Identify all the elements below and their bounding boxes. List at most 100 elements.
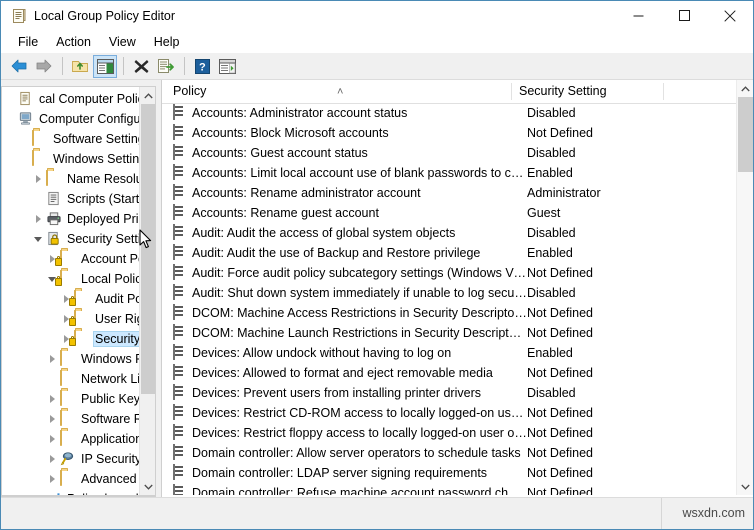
chevron-right-icon[interactable]	[63, 335, 69, 343]
tree-expander[interactable]	[44, 389, 60, 409]
up-one-level-button[interactable]	[68, 55, 92, 78]
tree-item-name-resolution[interactable]: Name Resolution	[2, 169, 139, 189]
policy-row[interactable]: Devices: Restrict CD-ROM access to local…	[162, 403, 737, 423]
chevron-right-icon[interactable]	[49, 355, 55, 363]
policy-row[interactable]: DCOM: Machine Launch Restrictions in Sec…	[162, 323, 737, 343]
tree-item-public-key-po[interactable]: Public Key Po	[2, 389, 139, 409]
export-list-button[interactable]	[154, 55, 178, 78]
tree-expander[interactable]	[30, 229, 46, 249]
window-controls	[615, 1, 753, 30]
tree-scroll-down-icon[interactable]	[140, 478, 155, 495]
policy-row[interactable]: Accounts: Limit local account use of bla…	[162, 163, 737, 183]
policy-row[interactable]: Audit: Force audit policy subcategory se…	[162, 263, 737, 283]
back-button[interactable]	[7, 55, 31, 78]
minimize-button[interactable]	[615, 1, 661, 30]
menu-file[interactable]: File	[9, 33, 47, 51]
tree-item-advanced-au[interactable]: Advanced Au	[2, 469, 139, 489]
policy-row[interactable]: Devices: Prevent users from installing p…	[162, 383, 737, 403]
policy-setting-icon	[173, 464, 189, 481]
delete-button[interactable]	[129, 55, 153, 78]
tree-item-windows-settings[interactable]: Windows Settings	[2, 149, 139, 169]
chevron-right-icon[interactable]	[63, 315, 69, 323]
policy-row[interactable]: Accounts: Block Microsoft accounts Not De…	[162, 123, 737, 143]
tree-item-scripts-startup-s[interactable]: Scripts (Startup/S	[2, 189, 139, 209]
tree-expander[interactable]	[30, 169, 46, 189]
policy-setting-icon	[173, 364, 189, 381]
menu-bar: File Action View Help	[1, 30, 753, 53]
chevron-right-icon[interactable]	[49, 455, 55, 463]
tree-expander[interactable]	[44, 449, 60, 469]
list-scroll-up-icon[interactable]	[737, 80, 753, 97]
tree-item-policy-based-qos[interactable]: Policy-based QoS	[2, 489, 139, 495]
chevron-right-icon[interactable]	[49, 475, 55, 483]
tree-item-computer-configuration[interactable]: Computer Configuration	[2, 109, 139, 129]
tree-expander	[16, 149, 32, 169]
policy-row[interactable]: Domain controller: LDAP server signing r…	[162, 463, 737, 483]
chevron-right-icon[interactable]	[63, 295, 69, 303]
tree-expander[interactable]	[44, 429, 60, 449]
local-group-policy-editor-window: Local Group Policy Editor File Action Vi…	[0, 0, 754, 530]
tree-item-software-rest[interactable]: Software Rest	[2, 409, 139, 429]
policy-row[interactable]: Devices: Restrict floppy access to local…	[162, 423, 737, 443]
policy-row[interactable]: Devices: Allow undock without having to …	[162, 343, 737, 363]
policy-row[interactable]: Accounts: Rename guest account Guest	[162, 203, 737, 223]
chevron-down-icon[interactable]	[34, 236, 42, 242]
chevron-right-icon[interactable]	[49, 395, 55, 403]
column-header-security-setting[interactable]: Security Setting	[512, 80, 664, 103]
tree-item-label: Application C	[81, 432, 139, 446]
chevron-right-icon[interactable]	[49, 435, 55, 443]
policy-row[interactable]: DCOM: Machine Access Restrictions in Sec…	[162, 303, 737, 323]
policy-row[interactable]: Accounts: Rename administrator account Ad…	[162, 183, 737, 203]
tree-item-label: cal Computer Policy	[39, 92, 139, 106]
policy-row[interactable]: Accounts: Administrator account status Di…	[162, 103, 737, 123]
chevron-right-icon[interactable]	[49, 255, 55, 263]
tree-expander[interactable]	[30, 209, 46, 229]
help-button[interactable]: ?	[190, 55, 214, 78]
tree-expander[interactable]	[44, 349, 60, 369]
show-hide-console-tree-button[interactable]	[93, 54, 117, 78]
tree-item-ip-security-po[interactable]: IP Security Po	[2, 449, 139, 469]
tree-item-security-settings[interactable]: Security Settings	[2, 229, 139, 249]
tree-item-deployed-printer[interactable]: Deployed Printer	[2, 209, 139, 229]
policy-row[interactable]: Accounts: Guest account status Disabled	[162, 143, 737, 163]
policy-name: Devices: Prevent users from installing p…	[192, 386, 481, 400]
maximize-button[interactable]	[661, 1, 707, 30]
column-header-policy[interactable]: Policy ˄	[162, 80, 512, 103]
policy-security-setting: Disabled	[527, 286, 576, 300]
policy-row[interactable]: Domain controller: Allow server operator…	[162, 443, 737, 463]
list-scroll-down-icon[interactable]	[737, 478, 753, 495]
policy-row[interactable]: Domain controller: Refuse machine accoun…	[162, 483, 737, 495]
tree-item-security-o[interactable]: Security O	[2, 329, 139, 349]
policy-row[interactable]: Audit: Audit the access of global system…	[162, 223, 737, 243]
menu-view[interactable]: View	[100, 33, 145, 51]
menu-action[interactable]: Action	[47, 33, 100, 51]
tree-item-windows-fire[interactable]: Windows Fire	[2, 349, 139, 369]
tree-expander[interactable]	[44, 409, 60, 429]
tree-item-network-list[interactable]: Network List	[2, 369, 139, 389]
tree-item-audit-poli[interactable]: Audit Poli	[2, 289, 139, 309]
policy-setting-icon	[173, 204, 189, 221]
forward-button[interactable]	[32, 55, 56, 78]
chevron-right-icon[interactable]	[35, 215, 41, 223]
tree-item-user-righ[interactable]: User Righ	[2, 309, 139, 329]
chevron-right-icon[interactable]	[35, 175, 41, 183]
tree-item-application-c[interactable]: Application C	[2, 429, 139, 449]
policy-row[interactable]: Audit: Shut down system immediately if u…	[162, 283, 737, 303]
list-scrollbar-thumb[interactable]	[738, 97, 753, 172]
tree-expander[interactable]	[44, 469, 60, 489]
tree-expander[interactable]	[30, 489, 46, 495]
tree-vertical-scrollbar[interactable]	[139, 87, 155, 495]
tree-scroll-up-icon[interactable]	[140, 87, 155, 104]
tree-item-local-policies[interactable]: Local Policies	[2, 269, 139, 289]
tree-item-account-polic[interactable]: Account Polic	[2, 249, 139, 269]
chevron-right-icon[interactable]	[49, 415, 55, 423]
policy-row[interactable]: Devices: Allowed to format and eject rem…	[162, 363, 737, 383]
tree-item-software-settings[interactable]: Software Settings	[2, 129, 139, 149]
tree-scrollbar-thumb[interactable]	[141, 104, 155, 394]
show-hide-action-pane-button[interactable]	[215, 55, 239, 78]
policy-row[interactable]: Audit: Audit the use of Backup and Resto…	[162, 243, 737, 263]
menu-help[interactable]: Help	[145, 33, 189, 51]
tree-item-cal-computer-policy[interactable]: cal Computer Policy	[2, 89, 139, 109]
close-button[interactable]	[707, 1, 753, 30]
list-vertical-scrollbar[interactable]	[736, 80, 753, 495]
